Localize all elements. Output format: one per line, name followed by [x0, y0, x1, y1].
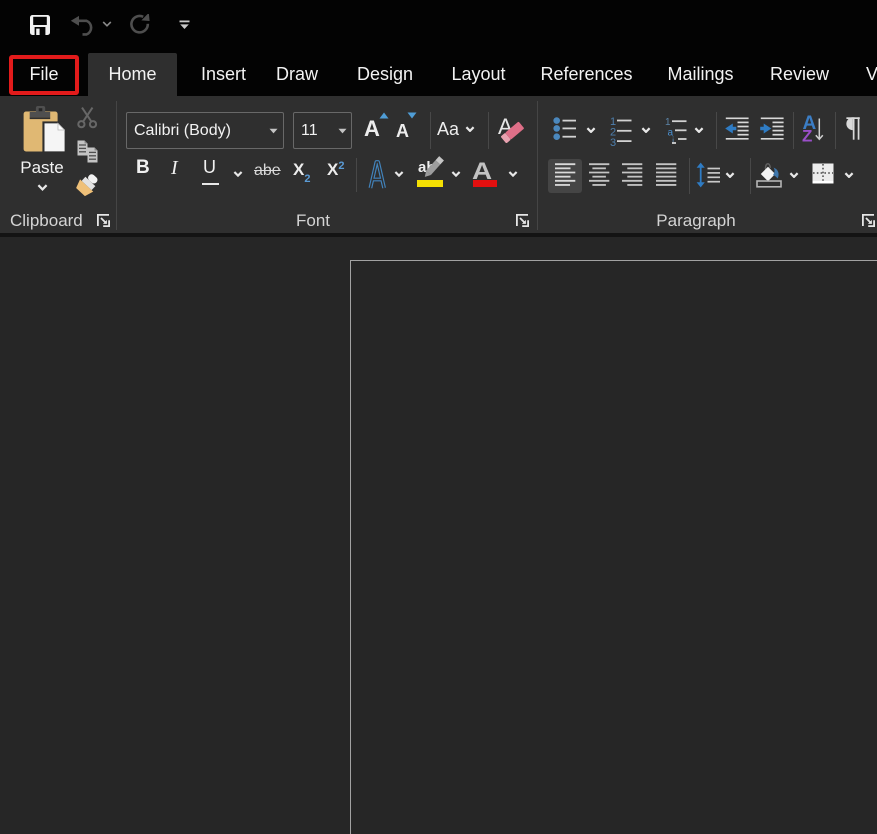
svg-text:3: 3: [610, 137, 616, 148]
svg-text:Z: Z: [802, 127, 812, 144]
svg-text:1: 1: [665, 117, 671, 128]
svg-text:i: i: [672, 136, 674, 147]
